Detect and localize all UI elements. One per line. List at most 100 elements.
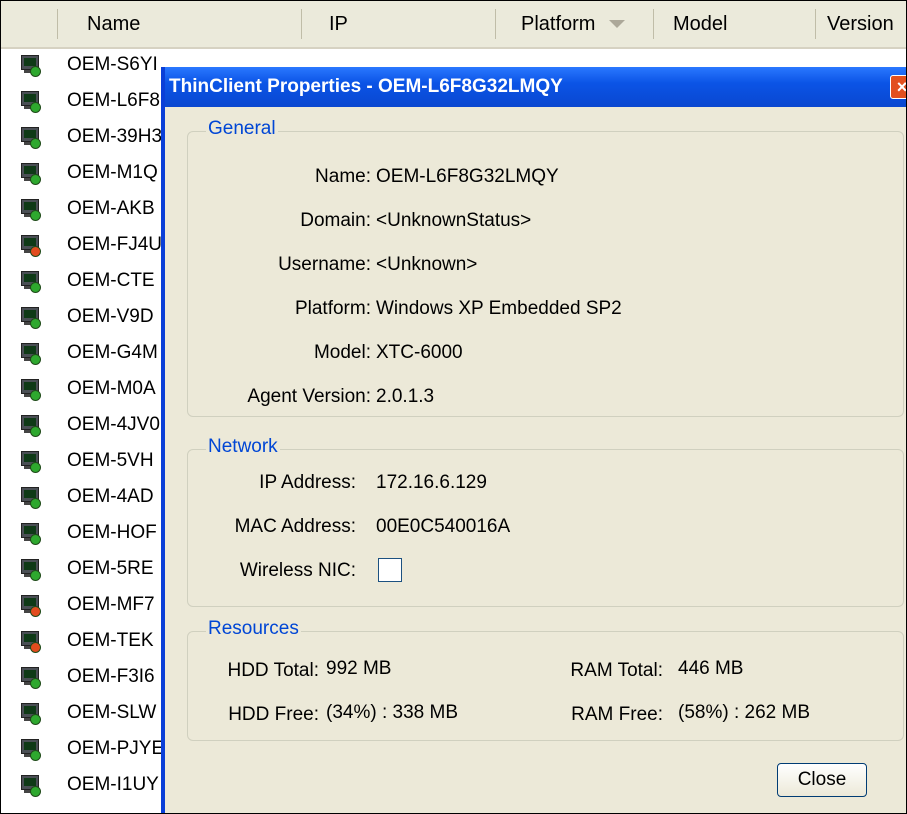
column-header-platform[interactable]: Platform	[521, 1, 595, 47]
computer-icon	[19, 451, 41, 473]
client-name: OEM-SLW	[67, 702, 157, 723]
column-header-model[interactable]: Model	[673, 1, 727, 47]
status-indicator-icon	[30, 210, 41, 221]
status-indicator-icon	[30, 66, 41, 77]
name-label: Name:	[315, 166, 371, 187]
status-indicator-icon	[30, 534, 41, 545]
ram-free-value: (58%) : 262 MB	[678, 702, 810, 723]
client-name: OEM-39H3	[67, 126, 163, 147]
computer-icon	[19, 487, 41, 509]
name-value: OEM-L6F8G32LMQY	[376, 166, 559, 187]
status-indicator-icon	[30, 102, 41, 113]
client-name: OEM-HOF	[67, 522, 157, 543]
status-indicator-icon	[30, 570, 41, 581]
dialog-title: ThinClient Properties - OEM-L6F8G32LMQY	[169, 76, 563, 97]
mac-address-label: MAC Address:	[234, 516, 356, 537]
general-group: General Name: OEM-L6F8G32LMQY Domain: <U…	[187, 118, 904, 417]
column-separator[interactable]	[57, 9, 58, 39]
computer-icon	[19, 271, 41, 293]
column-separator[interactable]	[815, 9, 816, 39]
ram-total-label: RAM Total:	[570, 660, 663, 681]
ip-address-label: IP Address:	[259, 472, 356, 493]
computer-icon	[19, 307, 41, 329]
list-header: Name IP Platform Model Version	[1, 1, 906, 49]
column-header-name[interactable]: Name	[87, 1, 140, 47]
close-icon[interactable]: ×	[890, 75, 906, 99]
network-group: Network IP Address: 172.16.6.129 MAC Add…	[187, 436, 904, 607]
client-name: OEM-TEK	[67, 630, 154, 651]
client-name: OEM-FJ4U	[67, 234, 162, 255]
client-name: OEM-CTE	[67, 270, 155, 291]
status-indicator-icon	[30, 138, 41, 149]
computer-icon	[19, 379, 41, 401]
agent-version-value: 2.0.1.3	[376, 386, 435, 407]
username-label: Username:	[278, 254, 371, 275]
status-indicator-icon	[30, 354, 41, 365]
agent-version-label: Agent Version:	[247, 386, 371, 407]
computer-icon	[19, 775, 41, 797]
thin-client-manager: Name IP Platform Model Version OEM-S6YI O…	[0, 0, 907, 814]
status-indicator-icon	[30, 426, 41, 437]
model-label: Model:	[313, 342, 371, 363]
column-separator[interactable]	[301, 9, 302, 39]
client-name: OEM-V9D	[67, 306, 154, 327]
computer-icon	[19, 55, 41, 77]
column-header-ip[interactable]: IP	[329, 1, 348, 47]
ip-address-value: 172.16.6.129	[376, 472, 487, 493]
computer-icon	[19, 703, 41, 725]
client-name: OEM-AKB	[67, 198, 155, 219]
domain-label: Domain:	[300, 210, 371, 231]
client-name: OEM-I1UY	[67, 774, 159, 795]
general-legend: General	[206, 118, 278, 140]
status-indicator-icon	[30, 606, 41, 617]
client-name: OEM-S6YI	[67, 54, 158, 75]
model-value: XTC-6000	[376, 342, 463, 363]
status-indicator-icon	[30, 750, 41, 761]
platform-value: Windows XP Embedded SP2	[376, 298, 622, 319]
computer-icon	[19, 163, 41, 185]
computer-icon	[19, 559, 41, 581]
resources-legend: Resources	[206, 618, 301, 640]
client-name: OEM-L6F8	[67, 90, 160, 111]
client-name: OEM-PJYE	[67, 738, 165, 759]
network-legend: Network	[206, 436, 280, 458]
computer-icon	[19, 667, 41, 689]
domain-value: <UnknownStatus>	[376, 210, 532, 231]
computer-icon	[19, 343, 41, 365]
column-separator[interactable]	[653, 9, 654, 39]
status-indicator-icon	[30, 498, 41, 509]
wireless-nic-label: Wireless NIC:	[239, 560, 356, 581]
client-name: OEM-4JV0	[67, 414, 160, 435]
column-separator[interactable]	[495, 9, 496, 39]
hdd-total-label: HDD Total:	[227, 660, 319, 681]
status-indicator-icon	[30, 678, 41, 689]
hdd-free-value: (34%) : 338 MB	[326, 702, 458, 723]
resources-group: Resources HDD Total: 992 MB HDD Free: (3…	[187, 618, 904, 741]
client-name: OEM-G4M	[67, 342, 158, 363]
client-name: OEM-MF7	[67, 594, 155, 615]
computer-icon	[19, 631, 41, 653]
mac-address-value: 00E0C540016A	[376, 516, 511, 537]
computer-icon	[19, 127, 41, 149]
dialog-title-bar[interactable]: ThinClient Properties - OEM-L6F8G32LMQY …	[165, 67, 906, 107]
client-name: OEM-5RE	[67, 558, 154, 579]
close-button[interactable]: Close	[777, 763, 867, 797]
computer-icon	[19, 91, 41, 113]
hdd-free-label: HDD Free:	[228, 704, 319, 725]
column-header-version[interactable]: Version	[827, 1, 894, 47]
computer-icon	[19, 415, 41, 437]
client-name: OEM-F3I6	[67, 666, 155, 687]
client-name: OEM-M0A	[67, 378, 156, 399]
wireless-nic-checkbox[interactable]	[378, 558, 402, 582]
status-indicator-icon	[30, 642, 41, 653]
platform-label: Platform:	[294, 298, 371, 319]
status-indicator-icon	[30, 390, 41, 401]
status-indicator-icon	[30, 714, 41, 725]
computer-icon	[19, 739, 41, 761]
status-indicator-icon	[30, 462, 41, 473]
status-indicator-icon	[30, 246, 41, 257]
computer-icon	[19, 235, 41, 257]
ram-total-value: 446 MB	[678, 658, 744, 679]
client-name: OEM-4AD	[67, 486, 154, 507]
computer-icon	[19, 523, 41, 545]
